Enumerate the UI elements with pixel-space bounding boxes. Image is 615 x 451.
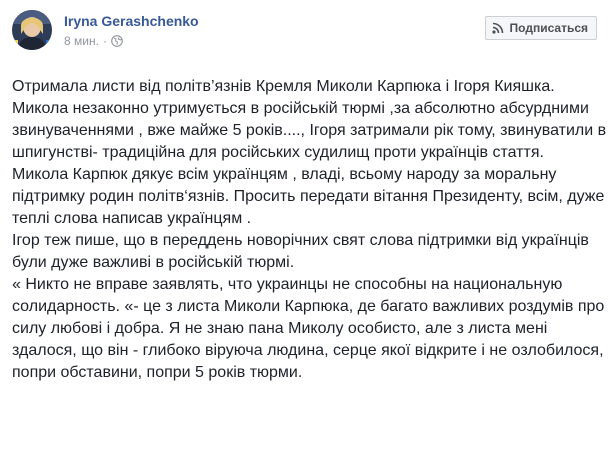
post-meta: 8 мин. · — [64, 34, 123, 48]
post-header: Iryna Gerashchenko 8 мин. · Подписаться — [12, 10, 603, 54]
profile-photo-icon — [12, 10, 52, 50]
author-avatar[interactable] — [12, 10, 52, 50]
post-paragraph: Микола Карпюк дякує всім українцям , вла… — [12, 166, 605, 227]
rss-icon — [491, 22, 503, 34]
subscribe-label: Подписаться — [509, 21, 588, 35]
globe-icon[interactable] — [111, 35, 123, 47]
post-timestamp[interactable]: 8 мин. — [64, 34, 99, 48]
post-text: Отримала листи від політв’язнів Кремля М… — [12, 76, 612, 384]
meta-separator: · — [102, 34, 107, 48]
post-paragraph: Отримала листи від політв’язнів Кремля М… — [12, 78, 607, 161]
subscribe-button[interactable]: Подписаться — [484, 16, 597, 40]
post-paragraph: Ігор теж пише, що в переддень новорічних… — [12, 232, 589, 271]
author-name-link[interactable]: Iryna Gerashchenko — [64, 13, 199, 29]
post-paragraph: « Никто не вправе заявлять, что украинцы… — [12, 276, 605, 381]
facebook-post: Iryna Gerashchenko 8 мин. · Подписаться … — [0, 0, 615, 451]
